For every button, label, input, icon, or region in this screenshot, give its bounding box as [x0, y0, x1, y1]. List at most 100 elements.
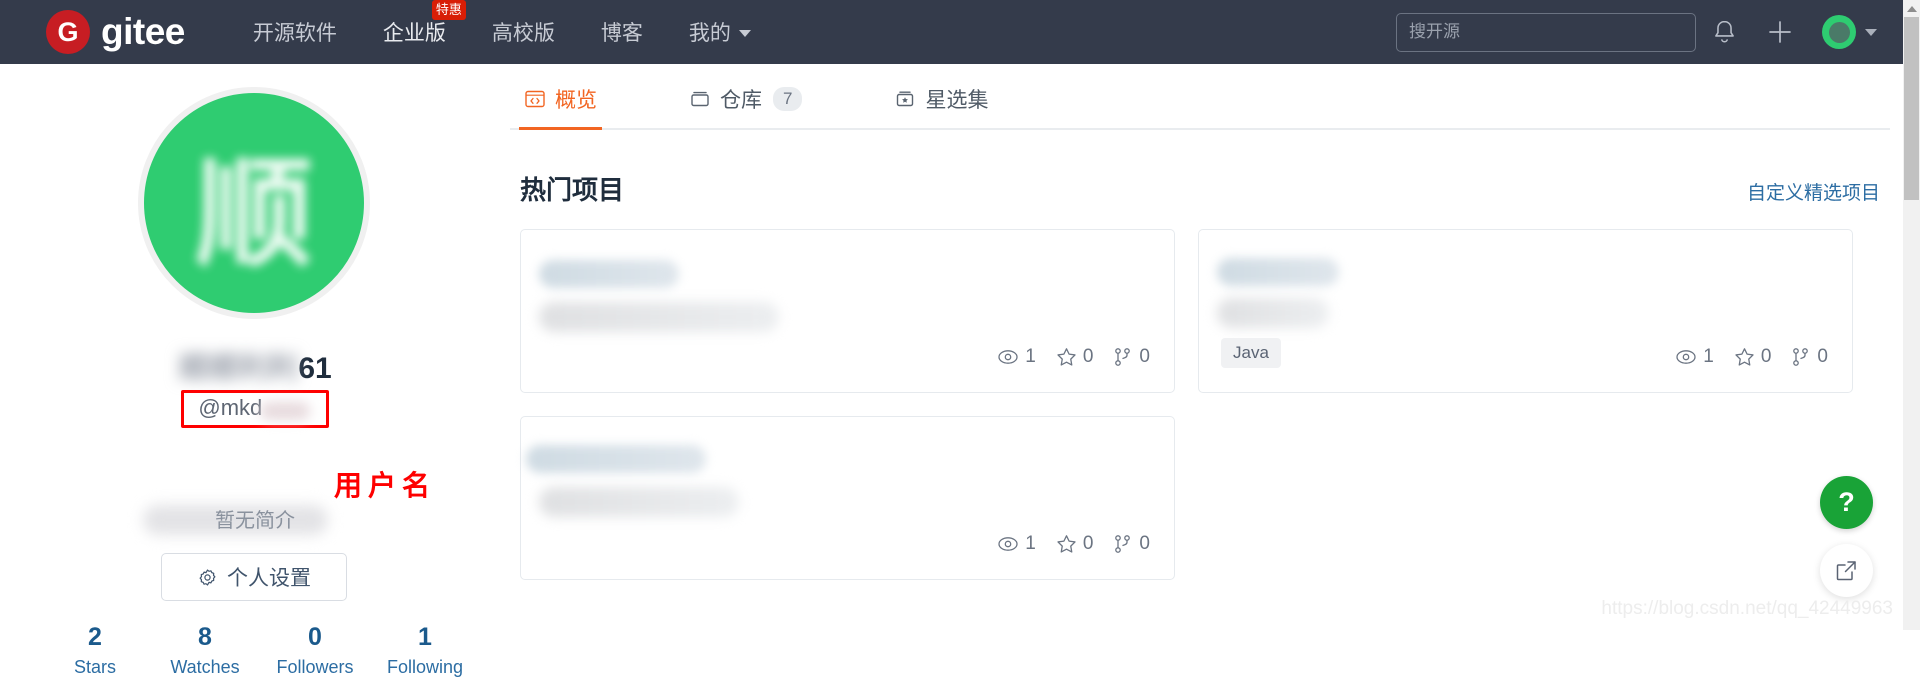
project-card[interactable]: 1 0 0	[520, 229, 1175, 393]
fork-icon	[1113, 534, 1133, 554]
project-title-blurred	[1217, 258, 1339, 286]
stat-followers-value: 0	[260, 624, 370, 652]
star-icon	[1056, 534, 1077, 554]
project-description-blurred	[539, 487, 739, 517]
nav-item-blog[interactable]: 博客	[601, 17, 643, 47]
tab-star-collection[interactable]: 星选集	[889, 84, 993, 128]
annotation-username-label: 用户名	[334, 464, 436, 504]
nav-item-blog-label: 博客	[601, 17, 643, 47]
profile-sidebar: 顺 顺顺利利61 @mkd 用户名 暂无简介 个人设置 2 Stars 8 Wa…	[0, 64, 510, 630]
star-collection-icon	[894, 88, 916, 110]
gitee-logo-text: gitee	[101, 11, 185, 53]
gitee-logo-mark-icon: G	[46, 10, 90, 54]
tab-overview-label: 概览	[555, 84, 597, 114]
project-forks-value: 0	[1139, 533, 1150, 555]
profile-username-row: @mkd	[0, 390, 510, 428]
scrollbar-up-button[interactable]	[1903, 0, 1920, 17]
stat-watches[interactable]: 8 Watches	[150, 624, 260, 678]
project-card[interactable]: Java 1 0	[1198, 229, 1853, 393]
bell-icon	[1712, 19, 1737, 46]
project-forks-value: 0	[1139, 346, 1150, 368]
stat-stars[interactable]: 2 Stars	[40, 624, 150, 678]
share-button[interactable]	[1820, 544, 1873, 597]
personal-settings-button[interactable]: 个人设置	[161, 553, 347, 601]
main-content: 概览 仓库 7 星选集 热门项目 自定义精选项目	[510, 64, 1890, 630]
profile-username: @mkd	[198, 395, 262, 421]
nav-item-mine[interactable]: 我的	[689, 17, 751, 47]
personal-settings-label: 个人设置	[227, 562, 311, 592]
nav-item-mine-label: 我的	[689, 17, 731, 47]
nav-item-opensource[interactable]: 开源软件	[253, 17, 337, 47]
profile-display-name: 顺顺利利61	[0, 343, 510, 387]
profile-bio: 暂无简介	[0, 504, 510, 533]
project-forks: 0	[1113, 346, 1150, 368]
profile-avatar[interactable]: 顺	[138, 87, 370, 319]
stat-following[interactable]: 1 Following	[370, 624, 480, 678]
fork-icon	[1113, 347, 1133, 367]
create-new-button[interactable]	[1752, 0, 1808, 64]
project-stats: 1 0 0	[997, 533, 1150, 555]
profile-display-name-blurred: 顺顺利利	[178, 343, 298, 387]
main-nav-items: 开源软件 企业版 特惠 高校版 博客 我的	[253, 0, 751, 64]
project-forks: 0	[1791, 346, 1828, 368]
project-stats: 1 0 0	[1675, 346, 1828, 368]
nav-item-enterprise[interactable]: 企业版 特惠	[383, 17, 446, 47]
watermark: https://blog.csdn.net/qq_42449963	[1601, 598, 1893, 620]
tab-star-collection-label: 星选集	[925, 84, 988, 114]
project-cards: 1 0 0	[520, 229, 1880, 580]
fork-icon	[1791, 347, 1811, 367]
project-stars: 0	[1734, 346, 1772, 368]
tab-repositories[interactable]: 仓库 7	[684, 84, 807, 128]
project-language-tag: Java	[1221, 338, 1281, 368]
profile-avatar-glyph: 顺	[195, 118, 313, 289]
eye-icon	[1675, 348, 1697, 366]
plus-icon	[1767, 19, 1793, 45]
project-title-blurred	[539, 260, 679, 288]
top-navigation-bar: G gitee 开源软件 企业版 特惠 高校版 博客 我的	[0, 0, 1903, 64]
nav-item-opensource-label: 开源软件	[253, 17, 337, 47]
scrollbar-thumb[interactable]	[1904, 17, 1919, 200]
tab-repositories-label: 仓库	[720, 84, 762, 114]
project-card[interactable]: 1 0 0	[520, 416, 1175, 580]
nav-right-group	[1396, 0, 1903, 64]
user-avatar[interactable]	[1822, 15, 1856, 49]
project-watches-value: 1	[1703, 346, 1714, 368]
project-stats: 1 0 0	[997, 346, 1150, 368]
stat-followers[interactable]: 0 Followers	[260, 624, 370, 678]
stat-watches-value: 8	[150, 624, 260, 652]
search-input[interactable]	[1396, 13, 1696, 52]
external-link-icon	[1834, 558, 1859, 583]
project-stars-value: 0	[1083, 533, 1094, 555]
profile-display-name-suffix: 61	[298, 352, 331, 385]
popular-projects-title: 热门项目	[520, 170, 624, 207]
eye-icon	[997, 535, 1019, 553]
star-icon	[1734, 347, 1755, 367]
star-icon	[1056, 347, 1077, 367]
user-menu-chevron-down-icon[interactable]	[1865, 29, 1877, 36]
project-watches: 1	[997, 533, 1036, 555]
avatar-image	[1829, 22, 1850, 43]
tab-overview[interactable]: 概览	[519, 84, 602, 128]
help-button[interactable]: ?	[1820, 476, 1873, 529]
profile-tabs: 概览 仓库 7 星选集	[510, 64, 1890, 130]
code-overview-icon	[524, 88, 546, 110]
popular-projects-header: 热门项目 自定义精选项目	[520, 170, 1880, 207]
project-forks: 0	[1113, 533, 1150, 555]
project-stars-value: 0	[1761, 346, 1772, 368]
sale-badge: 特惠	[432, 0, 466, 20]
notifications-button[interactable]	[1696, 0, 1752, 64]
nav-item-education[interactable]: 高校版	[492, 17, 555, 47]
customize-featured-projects-link[interactable]: 自定义精选项目	[1747, 178, 1880, 205]
profile-stats: 2 Stars 8 Watches 0 Followers 1 Followin…	[40, 624, 480, 678]
stat-stars-value: 2	[40, 624, 150, 652]
project-stars: 0	[1056, 533, 1094, 555]
gitee-logo[interactable]: G gitee	[46, 10, 185, 54]
username-highlight-box: @mkd	[181, 390, 328, 428]
project-title-blurred	[526, 445, 706, 473]
project-watches: 1	[997, 346, 1036, 368]
page-scrollbar[interactable]	[1903, 0, 1920, 630]
stat-following-value: 1	[370, 624, 480, 652]
project-watches: 1	[1675, 346, 1714, 368]
project-stars-value: 0	[1083, 346, 1094, 368]
project-forks-value: 0	[1817, 346, 1828, 368]
